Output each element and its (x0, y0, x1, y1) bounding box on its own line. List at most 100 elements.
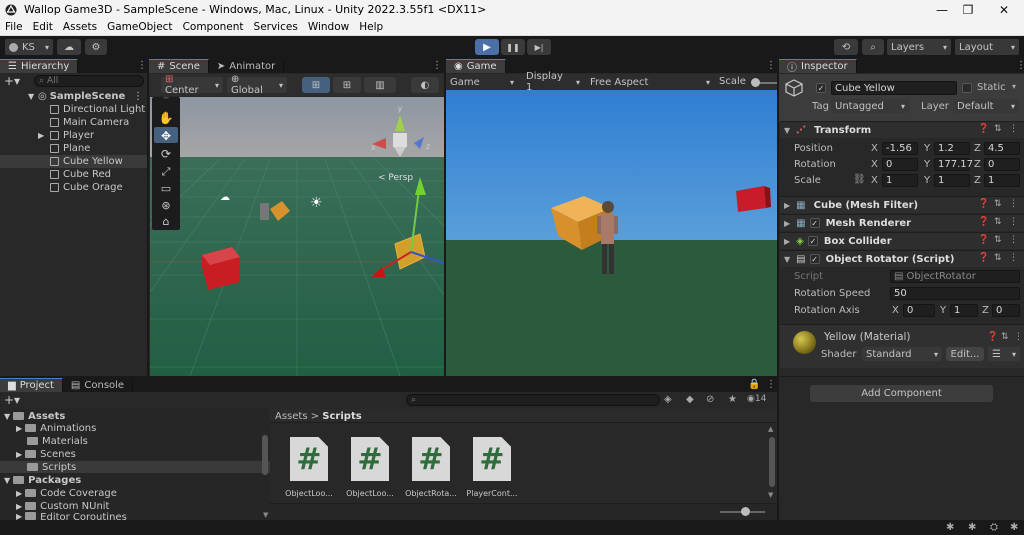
project-tree-item[interactable]: ▼ Packages (0, 474, 270, 486)
preset-icon[interactable]: ⇅ (994, 217, 1002, 227)
help-icon[interactable]: ❓ (987, 332, 998, 342)
cloud-icon[interactable]: ☁ (57, 39, 81, 55)
component-menu-icon[interactable]: ⋮ (1009, 199, 1018, 209)
scroll-down-icon[interactable]: ▼ (263, 511, 268, 519)
maximize-button[interactable]: ❐ (948, 0, 988, 19)
component-menu-icon[interactable]: ⋮ (1014, 332, 1023, 342)
tree-scrollbar[interactable] (262, 435, 268, 475)
pivot-dropdown[interactable]: ⊞ Center (161, 74, 223, 96)
scene-menu-icon[interactable]: ⋮ (432, 60, 442, 71)
menu-edit[interactable]: Edit (28, 21, 58, 33)
help-icon[interactable]: ❓ (978, 235, 989, 245)
tab-hierarchy[interactable]: ☰ Hierarchy (0, 59, 79, 73)
snap-increment-icon[interactable]: ⊞ (333, 77, 361, 93)
menu-assets[interactable]: Assets (58, 21, 102, 33)
preset-icon[interactable]: ⇅ (994, 124, 1002, 134)
custom-tool-icon[interactable]: ⌂ (163, 215, 170, 228)
hierarchy-scene-row[interactable]: ▼ ◎ SampleScene ⋮ (0, 90, 147, 103)
rotation-speed-input[interactable]: 50 (890, 287, 1020, 300)
bug-icon[interactable]: ✱ (946, 522, 954, 533)
draw-mode-icon[interactable]: ◐ (411, 77, 439, 93)
rotation-axis-x-input[interactable]: 0 (903, 304, 935, 317)
rotation-x-input[interactable]: 0 (882, 158, 918, 171)
tag-dropdown[interactable]: Untagged (831, 99, 909, 113)
game-viewport[interactable] (446, 90, 777, 376)
menu-component[interactable]: Component (178, 21, 249, 33)
hand-tool-icon[interactable]: ✋ (159, 111, 174, 125)
collab-icon[interactable]: ⚙ (85, 39, 107, 55)
shader-dropdown[interactable]: Standard (862, 347, 942, 361)
project-tree-item[interactable]: Scripts (0, 461, 270, 473)
tab-scene[interactable]: # Scene (149, 59, 209, 73)
add-component-button[interactable]: Add Component (810, 385, 993, 402)
project-menu-icon[interactable]: ⋮ (766, 379, 776, 390)
project-tree-item[interactable]: Materials (0, 435, 270, 447)
object-rotator-checkbox[interactable]: ✓ (809, 254, 820, 264)
asset-item[interactable]: # PlayerCont... (462, 437, 522, 499)
help-icon[interactable]: ❓ (978, 253, 989, 263)
layer-dropdown[interactable]: Default (953, 99, 1019, 113)
inspector-menu-icon[interactable]: ⋮ (1016, 60, 1024, 71)
preset-icon[interactable]: ⇅ (1001, 332, 1009, 342)
hierarchy-item[interactable]: Cube Red (0, 168, 147, 181)
preset-icon[interactable]: ⇅ (994, 253, 1002, 263)
hierarchy-item[interactable]: Cube Yellow (0, 155, 147, 168)
game-menu-icon[interactable]: ⋮ (766, 60, 776, 71)
grid-snap-icon[interactable]: ⊞ (302, 77, 330, 93)
projection-label[interactable]: < Persp (378, 173, 413, 183)
filter-type-icon[interactable]: ◈ (664, 394, 672, 405)
material-preview-icon[interactable] (793, 331, 816, 354)
breadcrumb-assets[interactable]: Assets (275, 411, 308, 422)
icon-size-slider-handle[interactable] (741, 507, 750, 516)
tab-animator[interactable]: ➤ Animator (208, 59, 285, 73)
scale-z-input[interactable]: 1 (984, 174, 1020, 187)
play-button[interactable]: ▶ (475, 39, 499, 55)
menu-services[interactable]: Services (249, 21, 303, 33)
add-asset-icon[interactable]: +▾ (4, 393, 20, 407)
menu-window[interactable]: Window (303, 21, 354, 33)
tab-inspector[interactable]: ⓘ Inspector (779, 59, 857, 74)
object-name-input[interactable]: Cube Yellow (831, 81, 957, 95)
asset-item[interactable]: # ObjectRota... (401, 437, 461, 499)
active-checkbox[interactable]: ✓ (816, 83, 826, 93)
transform-tool-icon[interactable]: ⊛ (161, 199, 170, 212)
tab-game[interactable]: ◉ Game (446, 59, 506, 73)
component-menu-icon[interactable]: ⋮ (1009, 235, 1018, 245)
rotation-axis-z-input[interactable]: 0 (992, 304, 1020, 317)
scroll-down-icon[interactable]: ▼ (768, 491, 773, 499)
static-checkbox[interactable] (962, 83, 972, 93)
scroll-up-icon[interactable]: ▲ (768, 425, 773, 433)
space-dropdown[interactable]: ⊕ Global (227, 74, 287, 96)
hierarchy-menu-icon[interactable]: ⋮ (137, 60, 147, 71)
static-dropdown-icon[interactable]: ▾ (1012, 82, 1016, 91)
hierarchy-item[interactable]: ▶ Player (0, 129, 147, 142)
lighting-icon[interactable]: ⛭ (990, 522, 998, 533)
display-dropdown[interactable]: Display 1 (522, 71, 584, 93)
lock-icon[interactable]: 🔒 (748, 379, 760, 390)
rotation-z-input[interactable]: 0 (984, 158, 1020, 171)
layout-dropdown[interactable]: Layout (955, 39, 1019, 55)
position-z-input[interactable]: 4.5 (984, 142, 1020, 155)
tab-project[interactable]: ▆ Project (0, 378, 63, 392)
add-icon[interactable]: +▾ (4, 74, 20, 88)
position-y-input[interactable]: 1.2 (934, 142, 970, 155)
preset-icon[interactable]: ⇅ (994, 235, 1002, 245)
position-x-input[interactable]: -1.56 (882, 142, 918, 155)
tab-console[interactable]: ▤ Console (62, 378, 134, 392)
preset-icon[interactable]: ⇅ (994, 199, 1002, 209)
project-tree-item[interactable]: ▶ Custom NUnit (0, 500, 270, 512)
script-field[interactable]: ▤ ObjectRotator (890, 270, 1020, 283)
hierarchy-item[interactable]: Cube Orage (0, 181, 147, 194)
hierarchy-search-input[interactable]: ⌕ All (34, 75, 144, 87)
shader-options-dropdown[interactable]: ☰ (988, 347, 1020, 361)
search-icon[interactable]: ⌕ (862, 39, 884, 55)
project-tree-item[interactable]: ▼ Assets (0, 410, 270, 422)
step-button[interactable]: ▶| (527, 39, 551, 55)
filter-label-icon[interactable]: ◆ (686, 394, 694, 405)
project-tree-item[interactable]: ▶ Code Coverage (0, 487, 270, 499)
component-menu-icon[interactable]: ⋮ (1009, 217, 1018, 227)
progress-icon[interactable]: ✱ (968, 522, 976, 533)
breadcrumb-scripts[interactable]: Scripts (322, 411, 361, 422)
menu-help[interactable]: Help (354, 21, 388, 33)
edit-shader-button[interactable]: Edit... (946, 347, 984, 361)
